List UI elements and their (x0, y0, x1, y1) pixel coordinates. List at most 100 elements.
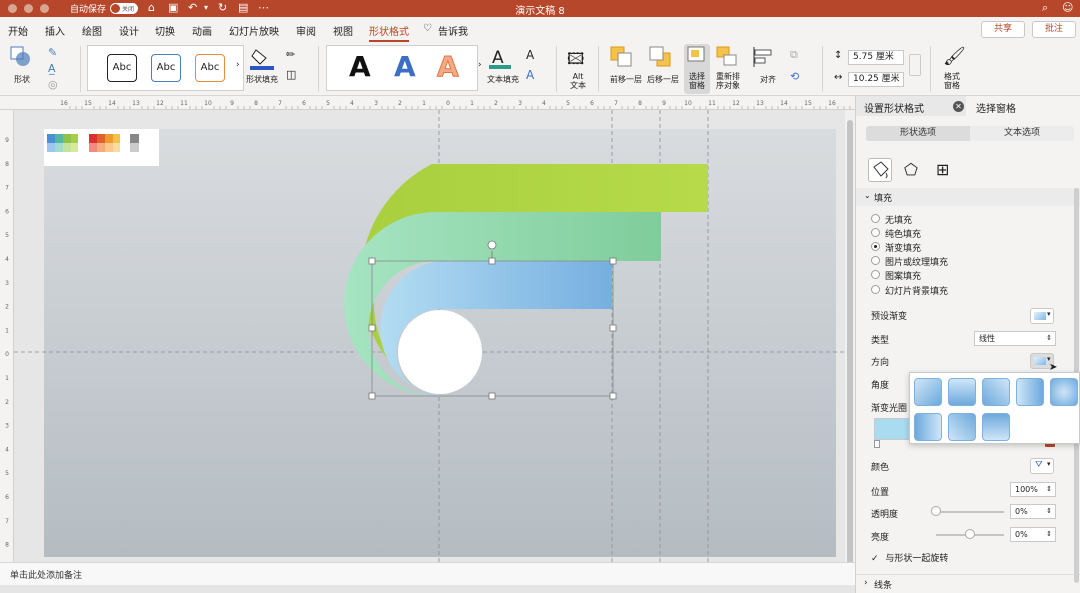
direction-option-diag-tr[interactable] (982, 378, 1010, 406)
lock-aspect-icon[interactable] (909, 54, 921, 76)
text-fill-icon[interactable]: A (489, 46, 511, 70)
chevron-down-icon: ⌄ (864, 191, 871, 200)
size-properties-icon[interactable]: ⊞ (936, 160, 949, 179)
shape-style-3[interactable]: Abc (195, 54, 225, 82)
slide[interactable] (14, 110, 855, 562)
tab-selection-pane[interactable]: 选择窗格 (976, 100, 1016, 115)
alt-text-icon[interactable]: 🖾 (567, 48, 584, 75)
ruler-tick-label: 7 (278, 100, 282, 107)
text-box-icon[interactable]: A̲ (48, 62, 56, 75)
ruler-tick-label: 7 (5, 185, 9, 192)
format-pane-icon[interactable]: 🖌 (943, 46, 966, 67)
tab-animations[interactable]: 动画 (192, 23, 212, 38)
effects-icon[interactable]: ⬠ (904, 160, 918, 179)
gradient-stops-label: 渐变光圈 (871, 404, 908, 414)
wordart-style-2[interactable]: A (394, 52, 416, 82)
brightness-slider-knob[interactable] (965, 529, 975, 539)
shape-style-1[interactable]: Abc (107, 54, 137, 82)
wordart-more-icon[interactable]: › (478, 60, 482, 70)
fill-line-icon[interactable] (868, 158, 892, 182)
ruler-tick-label: 16 (60, 100, 68, 107)
menu-bar: 开始 插入 绘图 设计 切换 动画 幻灯片放映 审阅 视图 形状格式 ♡ 告诉我… (0, 17, 1080, 42)
ruler-tick-label: 1 (5, 375, 9, 382)
shape-outline-icon[interactable]: ✏ (286, 48, 295, 61)
notes-placeholder: 单击此处添加备注 (10, 571, 83, 581)
tab-draw[interactable]: 绘图 (82, 23, 102, 38)
shape-options-tab[interactable]: 形状选项 (866, 126, 970, 141)
wordart-gallery: A A A (326, 45, 478, 91)
width-field[interactable]: 10.25 厘米 (848, 72, 904, 87)
shapes-icon[interactable] (10, 46, 32, 68)
comment-button[interactable]: 批注 (1032, 21, 1076, 38)
tab-format-shape[interactable]: 设置形状格式 ✕ (856, 96, 966, 116)
tab-review[interactable]: 审阅 (296, 23, 316, 38)
line-section-header[interactable]: › 线条 (856, 574, 1080, 593)
tab-design[interactable]: 设计 (119, 23, 139, 38)
direction-option-center[interactable] (1050, 378, 1078, 406)
group-icon[interactable]: ⧉ (790, 48, 798, 62)
bring-forward-icon[interactable] (610, 46, 634, 68)
direction-option-down[interactable] (948, 378, 976, 406)
ruler-tick-label: 8 (638, 100, 642, 107)
share-button[interactable]: 共享 (981, 21, 1025, 38)
vertical-scrollbar[interactable] (845, 110, 855, 565)
ruler-tick-label: 3 (374, 100, 378, 107)
shape-effects-icon[interactable]: ◫ (286, 68, 296, 81)
horizontal-ruler: 16 15 14 13 12 11 10 9 8 7 6 5 4 3 2 1 0 1 2 3 4 5 6 7 8 9 10 11 12 1… (0, 96, 855, 110)
gradient-stop-handle[interactable] (874, 440, 880, 448)
align-label: 对齐 (760, 75, 776, 84)
ruler-tick-label: 8 (254, 100, 258, 107)
format-shape-pane: 设置形状格式 ✕ 选择窗格 形状选项 文本选项 ⬠ ⊞ ⌄ 填充 无填充 纯色填… (855, 96, 1080, 593)
tab-slideshow[interactable]: 幻灯片放映 (229, 23, 279, 38)
brightness-field[interactable]: 0% ⇕ (1010, 527, 1056, 542)
rotate-handle[interactable] (487, 240, 497, 250)
tell-me[interactable]: 告诉我 (438, 23, 468, 38)
wordart-style-3[interactable]: A (437, 51, 460, 82)
search-icon[interactable]: ⌕ (1042, 1, 1048, 15)
format-shape-title: 设置形状格式 (864, 104, 924, 115)
tab-home[interactable]: 开始 (8, 23, 28, 38)
tab-transitions[interactable]: 切换 (155, 23, 175, 38)
shape-fill-icon[interactable] (250, 46, 274, 70)
reorder-objects-icon[interactable] (716, 46, 740, 68)
close-icon[interactable]: ✕ (953, 101, 964, 112)
tab-view[interactable]: 视图 (333, 23, 353, 38)
white-circle-shape[interactable] (398, 310, 482, 394)
shape-style-2[interactable]: Abc (151, 54, 181, 82)
ruler-tick-label: 14 (780, 100, 788, 107)
align-icon[interactable] (752, 46, 776, 68)
tab-shape-format[interactable]: 形状格式 (369, 23, 409, 42)
wordart-style-1[interactable]: A (349, 52, 371, 82)
position-field[interactable]: 100% ⇕ (1010, 482, 1056, 497)
transparency-field[interactable]: 0% ⇕ (1010, 504, 1056, 519)
text-options-tab[interactable]: 文本选项 (970, 126, 1074, 141)
type-select[interactable]: 线性 ⇕ (974, 331, 1056, 346)
notes-pane[interactable]: 单击此处添加备注 (0, 562, 855, 585)
direction-option-up[interactable] (982, 413, 1010, 441)
direction-option-diag-bl[interactable] (948, 413, 976, 441)
height-field[interactable]: 5.75 厘米 (848, 50, 904, 65)
text-effects-icon[interactable]: A (526, 68, 534, 82)
rotate-with-shape-checkbox[interactable]: ✓ 与形状一起旋转 (871, 551, 948, 564)
merge-shapes-icon[interactable]: ◎ (48, 78, 58, 91)
fill-section-header[interactable]: ⌄ 填充 (856, 188, 1080, 206)
scroll-thumb[interactable] (847, 120, 853, 565)
text-outline-icon[interactable]: A (526, 48, 534, 62)
ruler-tick-label: 4 (5, 446, 9, 453)
ruler-tick-label: 1 (5, 327, 9, 334)
direction-option-diag-tl[interactable] (914, 378, 942, 406)
account-icon[interactable]: ☺ (1062, 1, 1073, 14)
direction-option-left[interactable] (914, 413, 942, 441)
gradient-stops-bar[interactable] (874, 418, 914, 440)
gallery-more-icon[interactable]: › (236, 60, 240, 70)
edit-shape-icon[interactable]: ✎ (48, 46, 57, 59)
preset-gradient-dropdown[interactable]: ▾ (1030, 308, 1054, 324)
send-backward-icon[interactable] (649, 46, 673, 68)
direction-option-right[interactable] (1016, 378, 1044, 406)
rotate-icon[interactable]: ⟲ (790, 70, 799, 83)
tab-insert[interactable]: 插入 (45, 23, 65, 38)
chevron-right-icon: › (864, 578, 868, 588)
transparency-slider[interactable] (936, 511, 1004, 513)
color-picker-button[interactable]: ⛛ ▾ (1030, 458, 1054, 474)
transparency-slider-knob[interactable] (931, 506, 941, 516)
